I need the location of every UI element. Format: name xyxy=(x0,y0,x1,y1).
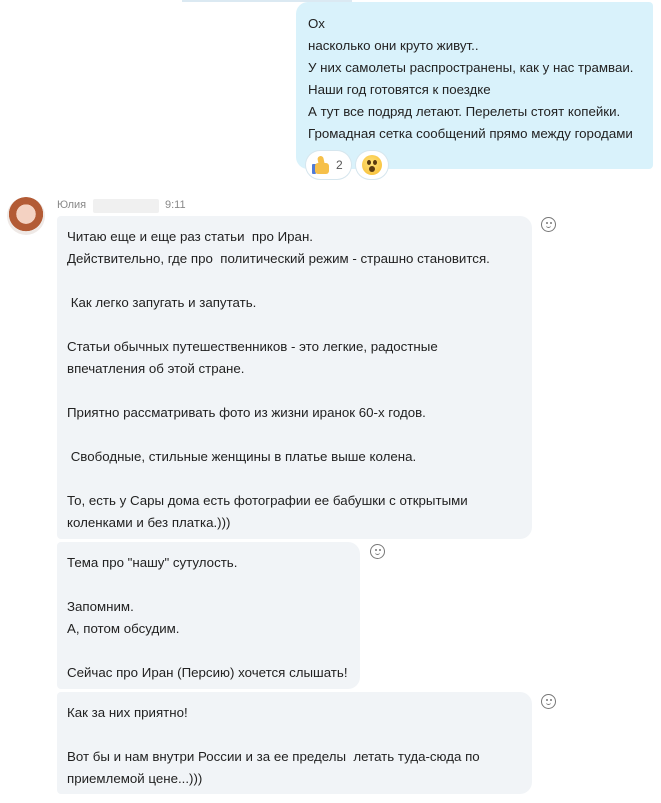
message-line xyxy=(67,380,532,402)
message-line xyxy=(67,724,532,746)
message-line: Наши год готовятся к поездке xyxy=(308,82,491,97)
incoming-message-bubble[interactable]: Тема про "нашу" сутулость. Запомним. А, … xyxy=(57,542,360,689)
message-line: То, есть у Сары дома есть фотографии ее … xyxy=(67,493,468,508)
astonished-face-icon xyxy=(361,155,382,175)
redacted-name xyxy=(93,199,159,213)
thumbs-up-reaction[interactable]: 2 xyxy=(306,151,351,179)
incoming-message-bubble[interactable]: Читаю еще и еще раз статьи про Иран. Дей… xyxy=(57,216,532,539)
message-line: А, потом обсудим. xyxy=(67,621,180,636)
message-line: У них самолеты распространены, как у нас… xyxy=(308,60,634,75)
message-line: Как легко запугать и запутать. xyxy=(67,295,257,310)
message-line: Свободные, стильные женщины в платье выш… xyxy=(67,449,417,464)
message-reactions: 2 xyxy=(306,151,388,179)
message-line: Тема про "нашу" сутулость. xyxy=(67,555,238,570)
incoming-message-bubble[interactable]: Как за них приятно! Вот бы и нам внутри … xyxy=(57,692,532,794)
thumbs-up-icon xyxy=(312,155,332,175)
message-line xyxy=(67,640,360,662)
message-line: Действительно, где про политический режи… xyxy=(67,251,490,266)
message-line: Статьи обычных путешественников - это ле… xyxy=(67,339,438,354)
message-line: Читаю еще и еще раз статьи про Иран. xyxy=(67,229,313,244)
message-line: впечатления об этой стране. xyxy=(67,361,245,376)
message-line: Вот бы и нам внутри России и за ее преде… xyxy=(67,749,480,764)
message-line: приемлемой цене...))) xyxy=(67,771,203,786)
message-line: коленками и без платка.))) xyxy=(67,515,231,530)
sender-name: Юлия xyxy=(57,199,87,211)
outgoing-message-bubble[interactable]: Ох насколько они круто живут.. У них сам… xyxy=(296,2,653,169)
message-line: насколько они круто живут.. xyxy=(308,38,479,53)
message-line: Громадная сетка сообщений прямо между го… xyxy=(308,126,633,141)
message-line xyxy=(67,468,532,490)
message-line: Сейчас про Иран (Персию) хочется слышать… xyxy=(67,665,348,680)
message-line: Ох xyxy=(308,16,325,31)
message-line xyxy=(67,314,532,336)
add-reaction-button[interactable] xyxy=(370,544,385,559)
reaction-count: 2 xyxy=(336,158,343,172)
message-line: Запомним. xyxy=(67,599,134,614)
message-line: Приятно рассматривать фото из жизни иран… xyxy=(67,405,426,420)
add-reaction-button[interactable] xyxy=(541,217,556,232)
message-line: А тут все подряд летают. Перелеты стоят … xyxy=(308,104,621,119)
astonished-reaction[interactable] xyxy=(355,151,388,179)
add-reaction-button[interactable] xyxy=(541,694,556,709)
sender-avatar[interactable] xyxy=(7,197,45,235)
message-line xyxy=(67,270,532,292)
message-time: 9:11 xyxy=(165,199,186,211)
message-line: Как за них приятно! xyxy=(67,705,188,720)
message-line xyxy=(67,574,360,596)
message-line xyxy=(67,424,532,446)
